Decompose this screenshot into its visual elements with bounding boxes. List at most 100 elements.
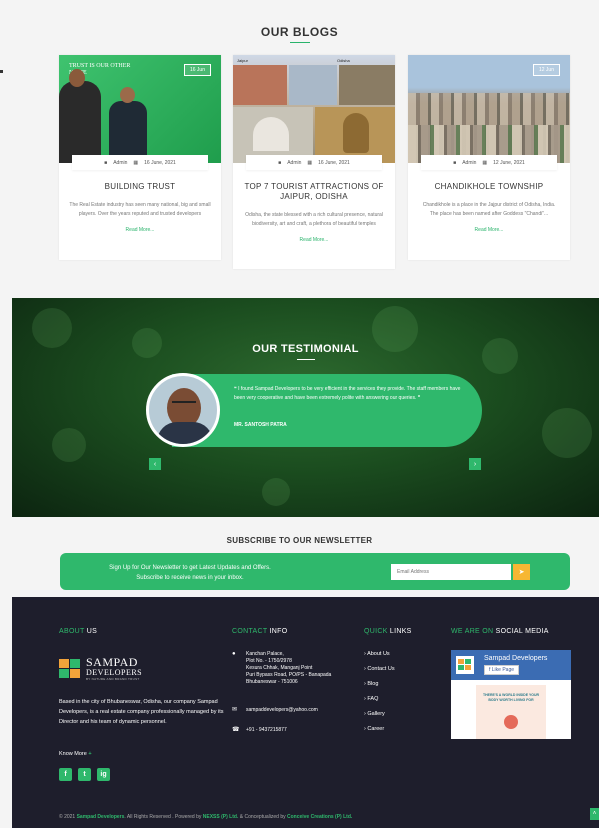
quick-link-faq[interactable]: › FAQ: [364, 696, 395, 711]
edge-marker: [0, 70, 3, 73]
shirt-shape: [157, 422, 213, 444]
facebook-page-widget[interactable]: Sampad Developers f Like Page THERE'S A …: [451, 650, 571, 739]
know-more-link[interactable]: Know More +: [59, 751, 92, 757]
post-date: 16 June, 2021: [144, 159, 176, 166]
calendar-icon: ▦: [482, 159, 488, 166]
footer-links-title: QUICK LINKS: [364, 628, 412, 635]
blog-title[interactable]: BUILDING TRUST: [69, 182, 211, 192]
testimonial-title: OUR TESTIMONIAL: [252, 343, 359, 355]
read-more-link[interactable]: Read More...: [69, 227, 211, 233]
photo-tile: [289, 65, 337, 105]
concept-link[interactable]: Conceive Creations (P) Ltd.: [287, 814, 352, 820]
newsletter-section: SUBSCRIBE TO OUR NEWSLETTER Sign Up for …: [0, 517, 599, 597]
newsletter-bar: Sign Up for Our Newsletter to get Latest…: [60, 553, 570, 590]
blog-meta: ■ Admin ▦ 16 June, 2021: [246, 155, 382, 170]
blog-card-image[interactable]: Jaipur Odisha: [233, 55, 395, 163]
title-divider: [290, 42, 310, 43]
image-caption: Odisha: [337, 58, 350, 63]
instagram-icon[interactable]: ig: [97, 768, 110, 781]
read-more-link[interactable]: Read More...: [243, 237, 385, 243]
person-head: [69, 69, 85, 87]
company-logo[interactable]: SAMPAD DEVELOPERS BY NATURE AND BRAND TR…: [59, 656, 142, 681]
logo-name: SAMPAD: [86, 655, 138, 669]
page-name[interactable]: Sampad Developers: [484, 655, 547, 662]
blog-card-image[interactable]: TRUST IS OUR OTHER NAME 16 Jun: [59, 55, 221, 163]
next-arrow-button[interactable]: ›: [469, 458, 481, 470]
newsletter-text: Sign Up for Our Newsletter to get Latest…: [109, 565, 271, 581]
brand-link[interactable]: Sampad Developers: [77, 814, 125, 820]
author: Admin: [287, 159, 302, 166]
logo-icon: [59, 658, 81, 679]
testimonial-quote: ❝ I found Sampad Developers to be very e…: [234, 386, 461, 401]
scroll-to-top-button[interactable]: ˄: [590, 808, 599, 820]
page-avatar: [456, 656, 474, 674]
contact-address: ● Kanchan Palace, Plot No. - 1750/2978 K…: [232, 651, 332, 685]
email-input[interactable]: [391, 564, 511, 580]
phone-icon: ☎: [232, 727, 240, 733]
author: Admin: [113, 159, 128, 166]
avatar: [146, 373, 220, 447]
calendar-icon: ▦: [133, 159, 139, 166]
author: Admin: [462, 159, 477, 166]
blog-card-image[interactable]: 12 Jun: [408, 55, 570, 163]
facebook-icon[interactable]: f: [59, 768, 72, 781]
contact-email[interactable]: ✉ sampaddevelopers@yahoo.com: [232, 707, 318, 714]
user-icon: ■: [104, 159, 108, 166]
heart-shape: [504, 715, 518, 729]
send-icon: ➤: [518, 569, 525, 576]
quick-link-blog[interactable]: › Blog: [364, 681, 395, 696]
calendar-icon: ▦: [307, 159, 313, 166]
page-post-image[interactable]: THERE'S A WORLD INSIDE YOUR BODY WORTH L…: [476, 685, 546, 739]
user-icon: ■: [278, 159, 282, 166]
copyright: © 2021 Sampad Developers. All Rights Res…: [59, 814, 353, 820]
mail-icon: ✉: [232, 707, 238, 713]
read-more-link[interactable]: Read More...: [418, 227, 560, 233]
quick-links: › About Us › Contact Us › Blog › FAQ › G…: [364, 651, 395, 741]
post-date: 16 June, 2021: [318, 159, 350, 166]
quick-link-contact[interactable]: › Contact Us: [364, 666, 395, 681]
newsletter-title: SUBSCRIBE TO OUR NEWSLETTER: [226, 536, 373, 545]
social-icons: f t ig: [59, 768, 110, 781]
footer: ABOUT US SAMPAD DEVELOPERS BY NATURE AND…: [12, 597, 599, 828]
blog-excerpt: Odisha, the state blessed with a rich cu…: [245, 212, 383, 227]
person-figure: [59, 81, 101, 163]
chevron-right-icon: ›: [473, 460, 477, 468]
quote-close-icon: ❞: [416, 395, 421, 401]
post-date: 12 June, 2021: [493, 159, 525, 166]
post-text: THERE'S A WORLD INSIDE YOUR BODY WORTH L…: [482, 693, 540, 702]
blog-excerpt: Chandikhole is a place in the Jajpur dis…: [422, 202, 556, 217]
quick-link-about[interactable]: › About Us: [364, 651, 395, 666]
statue-shape: [343, 113, 369, 153]
subscribe-button[interactable]: ➤: [513, 564, 530, 580]
contact-phone[interactable]: ☎ +91 - 9437215877: [232, 727, 287, 734]
blog-card[interactable]: TRUST IS OUR OTHER NAME 16 Jun ■ Admin ▦…: [59, 55, 221, 260]
bokeh-light: [542, 408, 592, 458]
blog-meta: ■ Admin ▦ 16 June, 2021: [72, 155, 208, 170]
bokeh-light: [52, 428, 86, 462]
blog-title[interactable]: CHANDIKHOLE TOWNSHIP: [418, 182, 560, 192]
twitter-icon[interactable]: t: [78, 768, 91, 781]
blog-meta: ■ Admin ▦ 12 June, 2021: [421, 155, 557, 170]
like-page-button[interactable]: f Like Page: [484, 665, 520, 675]
image-caption: Jaipur: [237, 58, 248, 63]
blog-card[interactable]: Jaipur Odisha ■ Admin ▦ 16 June, 2021 TO…: [233, 55, 395, 269]
glasses-shape: [172, 401, 196, 406]
blog-card[interactable]: 12 Jun ■ Admin ▦ 12 June, 2021 CHANDIKHO…: [408, 55, 570, 260]
testimonial-author: MR. SANTOSH PATRA: [234, 422, 287, 428]
temple-shape: [253, 117, 289, 151]
prev-arrow-button[interactable]: ‹: [149, 458, 161, 470]
powered-link[interactable]: NEXSS (P) Ltd.: [203, 814, 239, 820]
blog-title[interactable]: TOP 7 TOURIST ATTRACTIONS OF JAIPUR, ODI…: [243, 182, 385, 202]
chevron-up-icon: ˄: [592, 811, 597, 817]
location-icon: ●: [232, 651, 236, 657]
chevron-left-icon: ‹: [153, 460, 157, 468]
logo-tagline: BY NATURE AND BRAND TRUST: [86, 677, 140, 681]
photo-tile: [233, 65, 287, 105]
testimonial-section: OUR TESTIMONIAL ❝ I found Sampad Develop…: [12, 298, 599, 517]
person-head: [120, 87, 135, 103]
photo-tile: [339, 65, 395, 105]
quick-link-career[interactable]: › Career: [364, 726, 395, 741]
blogs-section: OUR BLOGS TRUST IS OUR OTHER NAME 16 Jun…: [0, 0, 599, 298]
quick-link-gallery[interactable]: › Gallery: [364, 711, 395, 726]
user-icon: ■: [453, 159, 457, 166]
